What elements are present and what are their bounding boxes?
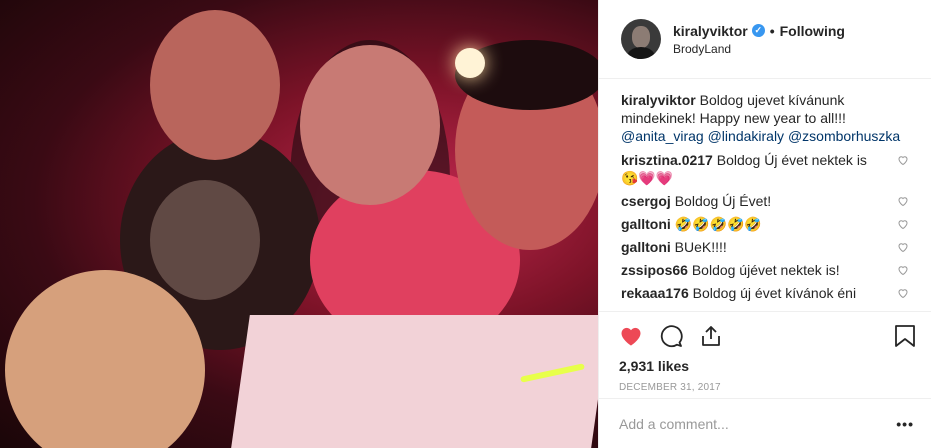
photo-shape	[150, 10, 280, 160]
post-actions: 2,931 likes DECEMBER 31, 2017	[599, 311, 931, 393]
heart-filled-icon[interactable]	[619, 324, 643, 348]
comment-username[interactable]: rekaaa176	[621, 285, 689, 301]
caption-username[interactable]: kiralyviktor	[621, 92, 696, 108]
location-link[interactable]: BrodyLand	[673, 42, 845, 56]
header-username[interactable]: kiralyviktor	[673, 23, 748, 39]
photo-shape	[150, 180, 260, 300]
avatar[interactable]	[621, 19, 661, 59]
comment-like-heart-icon[interactable]	[897, 264, 909, 276]
comment-text: 🤣🤣🤣🤣🤣	[674, 216, 762, 232]
header-user-row: kiralyviktor ✓ • Following	[673, 23, 845, 39]
post-date: DECEMBER 31, 2017	[619, 382, 721, 393]
comment-body: galltoni 🤣🤣🤣🤣🤣	[621, 215, 897, 233]
post-header: kiralyviktor ✓ • Following BrodyLand	[599, 0, 931, 79]
comment-item: zssipos66 Boldog újévet nektek is!	[621, 261, 909, 279]
following-button[interactable]: Following	[780, 23, 845, 39]
add-comment-bar: Add a comment... •••	[599, 398, 931, 448]
comment-input[interactable]: Add a comment...	[619, 416, 896, 432]
comment-username[interactable]: galltoni	[621, 239, 671, 255]
comment-body: krisztina.0217 Boldog Új évet nektek is …	[621, 151, 897, 187]
instagram-post: kiralyviktor ✓ • Following BrodyLand kir…	[0, 0, 931, 448]
comment-like-heart-icon[interactable]	[897, 154, 909, 166]
comment-body: rekaaa176 Boldog új évet kívánok éni	[621, 284, 897, 301]
comment-body: csergoj Boldog Új Évet!	[621, 192, 897, 210]
comment-like-heart-icon[interactable]	[897, 195, 909, 207]
header-text: kiralyviktor ✓ • Following BrodyLand	[673, 23, 845, 56]
post-photo[interactable]	[0, 0, 598, 448]
share-icon[interactable]	[699, 324, 723, 348]
comment-text: Boldog Új Évet!	[674, 193, 772, 209]
comment-like-heart-icon[interactable]	[897, 287, 909, 299]
post-caption: kiralyviktor Boldog ujevet kívánunk mind…	[621, 91, 909, 145]
mention-link[interactable]: @lindakiraly	[708, 128, 784, 144]
comment-body: galltoni BUeK!!!!	[621, 238, 897, 256]
comments-list[interactable]: kiralyviktor Boldog ujevet kívánunk mind…	[599, 79, 931, 301]
comment-text: Boldog újévet nektek is!	[691, 262, 840, 278]
post-side-panel: kiralyviktor ✓ • Following BrodyLand kir…	[598, 0, 931, 448]
comment-icon[interactable]	[659, 324, 683, 348]
comment-username[interactable]: zssipos66	[621, 262, 688, 278]
photo-candle	[455, 48, 485, 78]
comment-item: galltoni 🤣🤣🤣🤣🤣	[621, 215, 909, 233]
comment-text: Boldog új évet kívánok éni	[692, 285, 857, 301]
bookmark-icon[interactable]	[894, 324, 916, 348]
comment-item: rekaaa176 Boldog új évet kívánok éni	[621, 284, 909, 301]
comment-item: krisztina.0217 Boldog Új évet nektek is …	[621, 151, 909, 187]
comment-body: zssipos66 Boldog újévet nektek is!	[621, 261, 897, 279]
comment-text: BUeK!!!!	[674, 239, 727, 255]
comment-like-heart-icon[interactable]	[897, 241, 909, 253]
comment-username[interactable]: csergoj	[621, 193, 671, 209]
mention-link[interactable]: @anita_virag	[621, 128, 704, 144]
comment-like-heart-icon[interactable]	[897, 218, 909, 230]
likes-count[interactable]: 2,931 likes	[619, 358, 916, 374]
verified-badge-icon: ✓	[751, 24, 765, 37]
comment-username[interactable]: krisztina.0217	[621, 152, 713, 168]
photo-shape	[300, 45, 440, 205]
comment-item: galltoni BUeK!!!!	[621, 238, 909, 256]
mention-link[interactable]: @zsomborhuszka	[788, 128, 900, 144]
comment-item: csergoj Boldog Új Évet!	[621, 192, 909, 210]
action-icons	[619, 320, 916, 352]
comment-username[interactable]: galltoni	[621, 216, 671, 232]
photo-table	[230, 315, 598, 448]
more-options-icon[interactable]: •••	[896, 416, 914, 432]
header-separator: •	[769, 22, 775, 39]
